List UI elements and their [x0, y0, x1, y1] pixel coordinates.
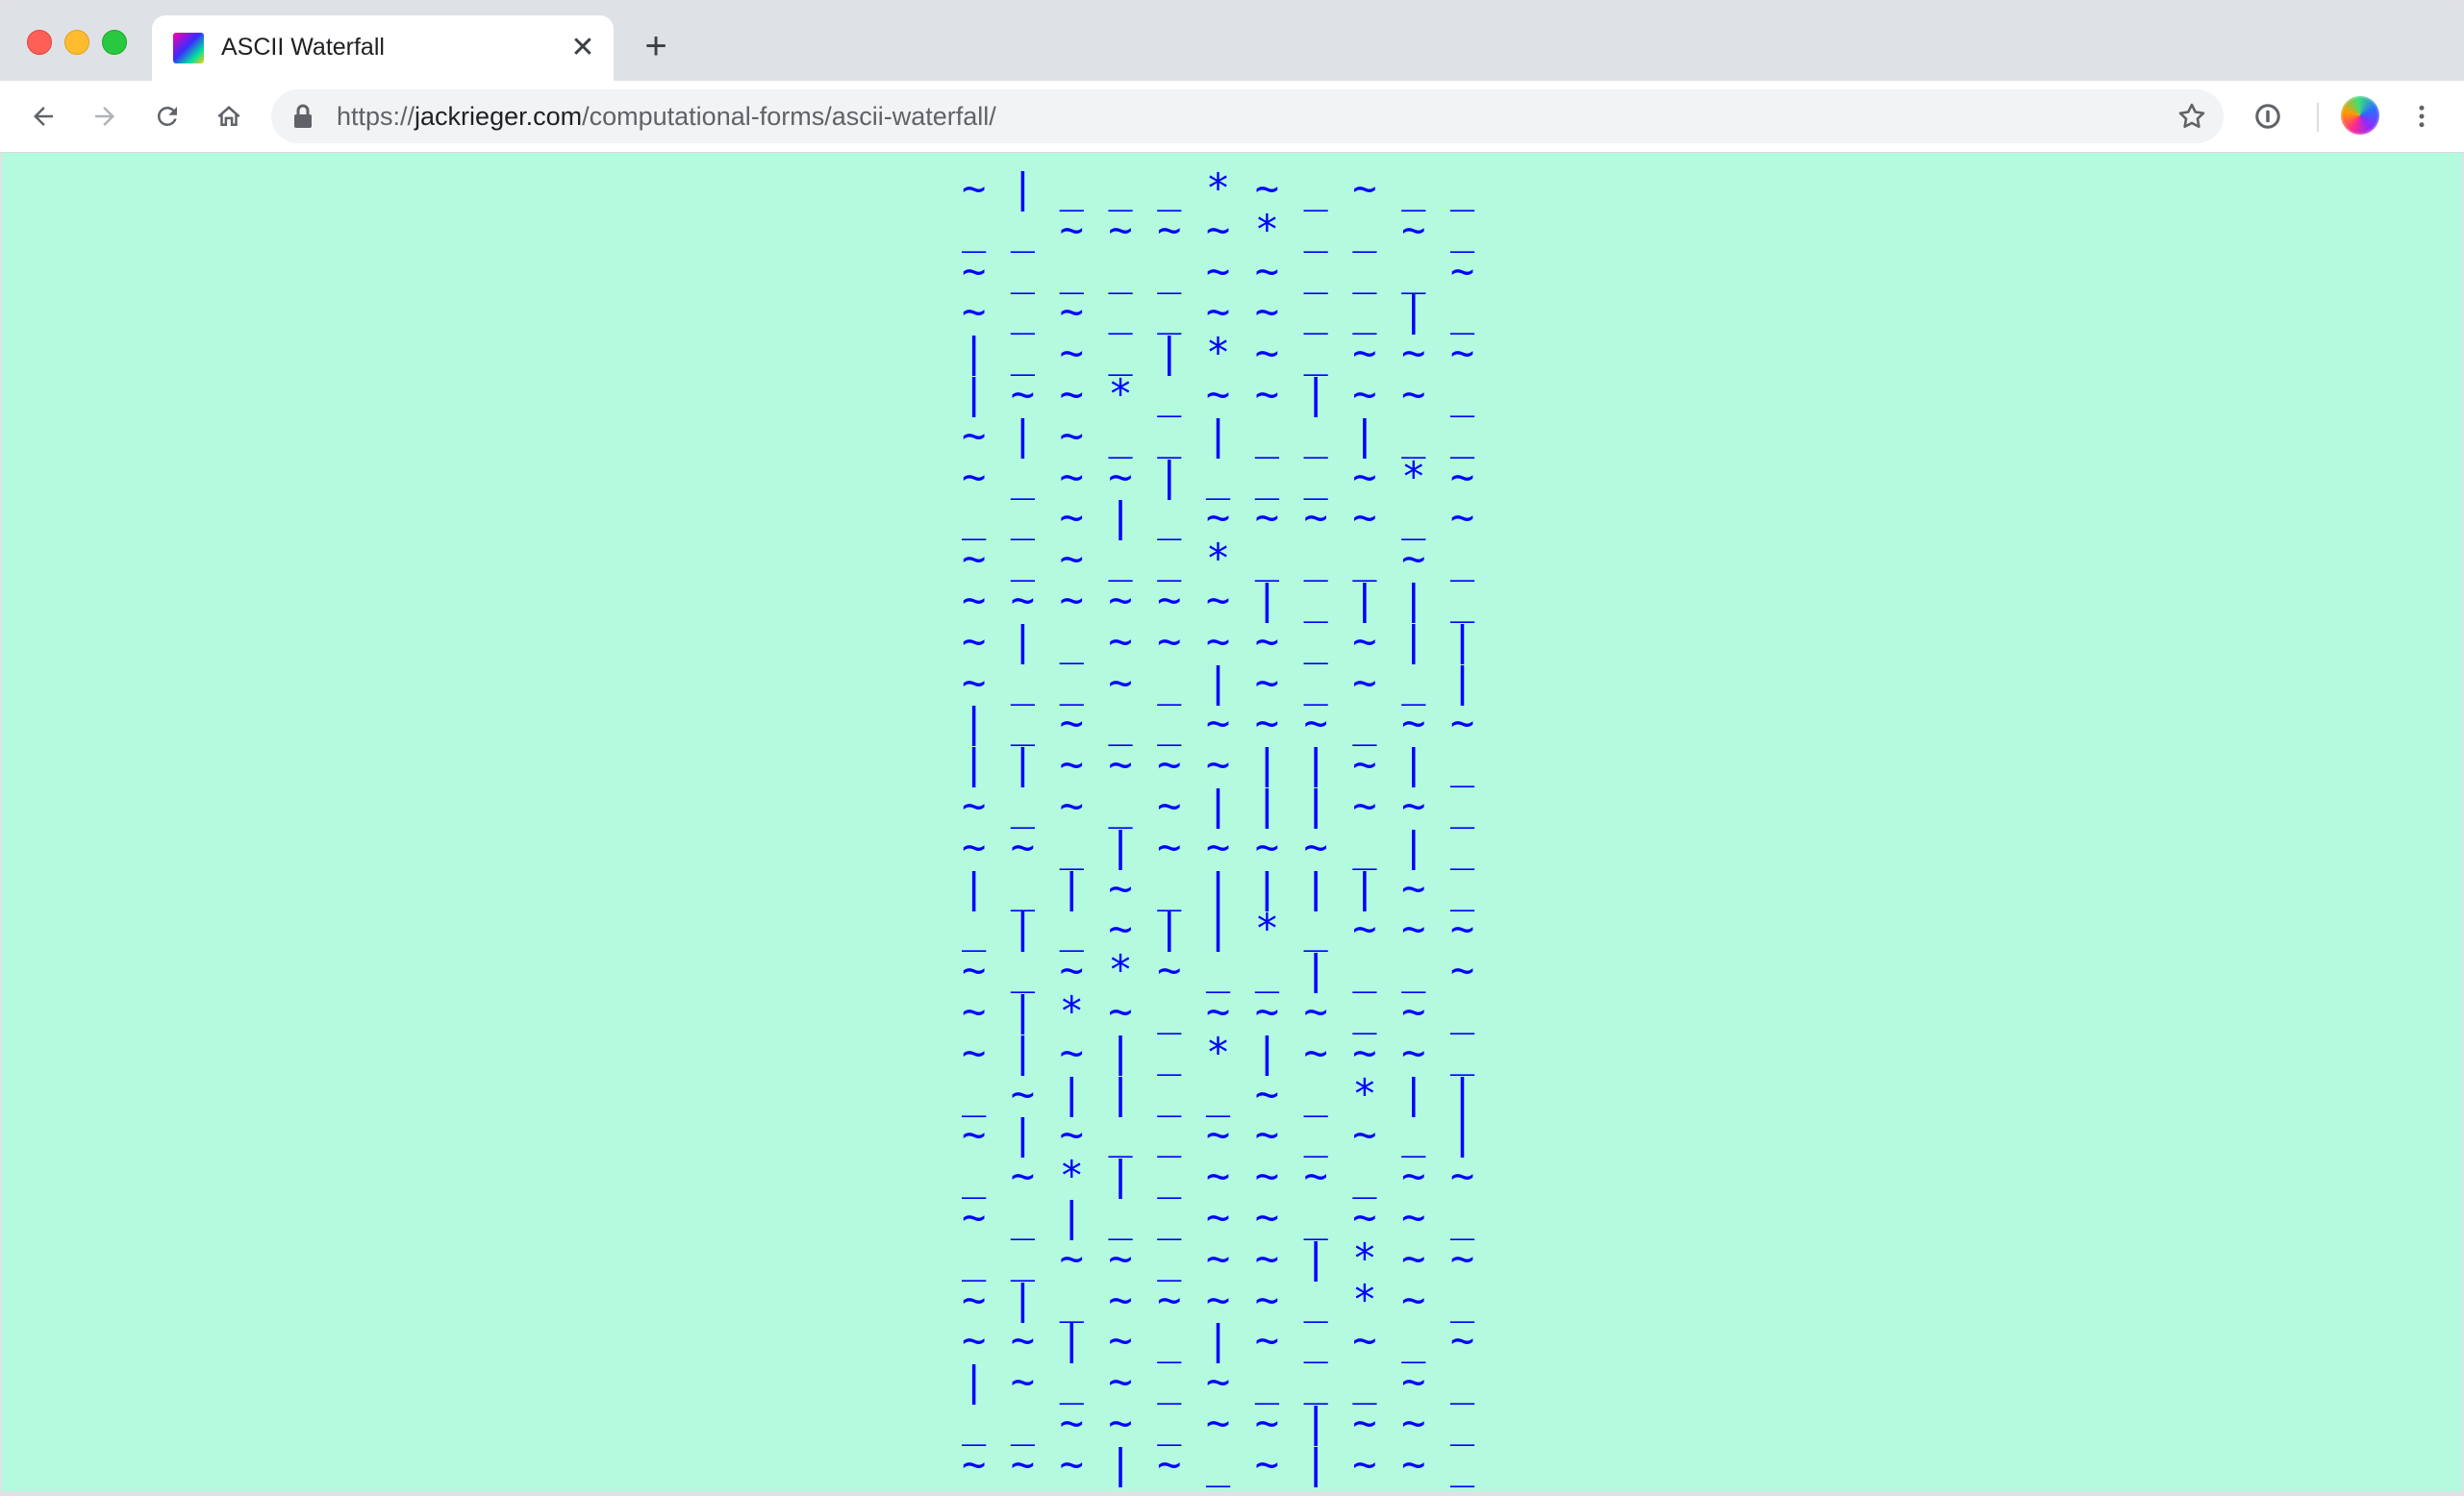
- waterfall-row: ~|_~~~~_~||: [962, 616, 1499, 664]
- tab-ascii-waterfall[interactable]: ASCII Waterfall ✕: [152, 15, 614, 81]
- maximize-window-button[interactable]: [102, 30, 127, 55]
- minimize-window-button[interactable]: [64, 30, 89, 55]
- lock-icon[interactable]: [292, 103, 314, 130]
- tab-close-icon[interactable]: ✕: [566, 31, 600, 65]
- browser-toolbar: https://jackrieger.com/computational-for…: [0, 81, 2464, 153]
- tab-strip: ASCII Waterfall ✕ +: [0, 0, 2464, 81]
- waterfall-row: ~~~|~_~|~~_: [962, 1439, 1499, 1487]
- page-content: ~|___*~_~__ __~~~~*__~_ ~____~~___~ ~_~__~~…: [2, 153, 2462, 1491]
- waterfall-row: ~|~__~~_~_|: [962, 1110, 1499, 1159]
- waterfall-row: ~|~__|__|__: [962, 411, 1499, 459]
- url-text[interactable]: https://jackrieger.com/computational-for…: [337, 102, 996, 132]
- reload-button[interactable]: [147, 96, 188, 137]
- favicon-icon: [173, 33, 204, 63]
- address-bar[interactable]: https://jackrieger.com/computational-for…: [271, 89, 2224, 143]
- waterfall-row: __~~_~~|~~_: [962, 1398, 1499, 1446]
- waterfall-row: ~_|__~~_~~_: [962, 1192, 1499, 1240]
- kebab-menu-icon: [2419, 105, 2425, 128]
- waterfall-row: __~|_~~~~_~: [962, 493, 1499, 541]
- waterfall-row: |_~__~~~_~~: [962, 699, 1499, 747]
- waterfall-row: ~_~_~|||~~_: [962, 781, 1499, 829]
- waterfall-row: ~|_~~~~_*~_: [962, 1275, 1499, 1323]
- toolbar-divider: [2317, 103, 2319, 132]
- waterfall-row: ~____~~___~: [962, 246, 1499, 294]
- waterfall-row: __~~~~*__~_: [962, 205, 1499, 253]
- waterfall-row: |_~_|*~_~~~: [962, 329, 1499, 377]
- waterfall-row: _~*|_~~~_~~: [962, 1152, 1499, 1200]
- profile-avatar[interactable]: [2341, 96, 2379, 135]
- waterfall-row: ~_~__*___~_: [962, 535, 1499, 583]
- waterfall-row: ~_~~|___~*~: [962, 452, 1499, 500]
- waterfall-row: |_|~_||||~_: [962, 863, 1499, 911]
- bookmark-star-icon[interactable]: [2175, 100, 2208, 133]
- waterfall-row: |~_~_~___~_: [962, 1358, 1499, 1406]
- close-window-button[interactable]: [27, 30, 52, 55]
- url-host: jackrieger.com: [415, 102, 583, 131]
- waterfall-row: ||~~~~||~|_: [962, 740, 1499, 788]
- home-icon: [217, 106, 240, 126]
- waterfall-row: ~__~_|~_~_|: [962, 658, 1499, 706]
- tab-title: ASCII Waterfall: [221, 34, 385, 61]
- waterfall-row: ~~|~_|~_~_~: [962, 1316, 1499, 1364]
- info-circle-icon: [2255, 104, 2280, 129]
- waterfall-row: ~|~|_*|~~~_: [962, 1028, 1499, 1076]
- waterfall-row: ~~~~~~|_||_: [962, 575, 1499, 623]
- browser-window: ASCII Waterfall ✕ + https://jackrieger.c…: [0, 0, 2464, 1496]
- waterfall-row: ~_~*~__|__~: [962, 946, 1499, 994]
- waterfall-row: ~~_|~~~~_|_: [962, 822, 1499, 870]
- forward-button[interactable]: [85, 96, 125, 137]
- url-path: /computational-forms/ascii-waterfall/: [582, 102, 996, 131]
- waterfall-row: _~||__~_*||: [962, 1069, 1499, 1117]
- forward-arrow-icon: [95, 107, 114, 126]
- waterfall-row: |~~*_~~|~~_: [962, 369, 1499, 417]
- waterfall-row: ~|___*~_~__: [962, 164, 1499, 212]
- waterfall-row: __~~_~~|*~~: [962, 1234, 1499, 1282]
- reload-icon: [157, 106, 177, 126]
- back-button[interactable]: [23, 96, 63, 137]
- ascii-waterfall: ~|___*~_~__ __~~~~*__~_ ~____~~___~ ~_~__~~…: [962, 164, 1499, 1487]
- waterfall-row: ~_~__~~__|_: [962, 287, 1499, 336]
- back-arrow-icon: [34, 107, 53, 126]
- waterfall-row: ~|*~_~~~_~_: [962, 986, 1499, 1035]
- new-tab-button[interactable]: +: [637, 27, 675, 65]
- home-button[interactable]: [209, 96, 249, 137]
- waterfall-row: _|_~||*_~~~: [962, 905, 1499, 953]
- menu-button[interactable]: [2401, 96, 2442, 137]
- url-scheme: https://: [337, 102, 415, 131]
- password-extension-button[interactable]: [2248, 96, 2288, 137]
